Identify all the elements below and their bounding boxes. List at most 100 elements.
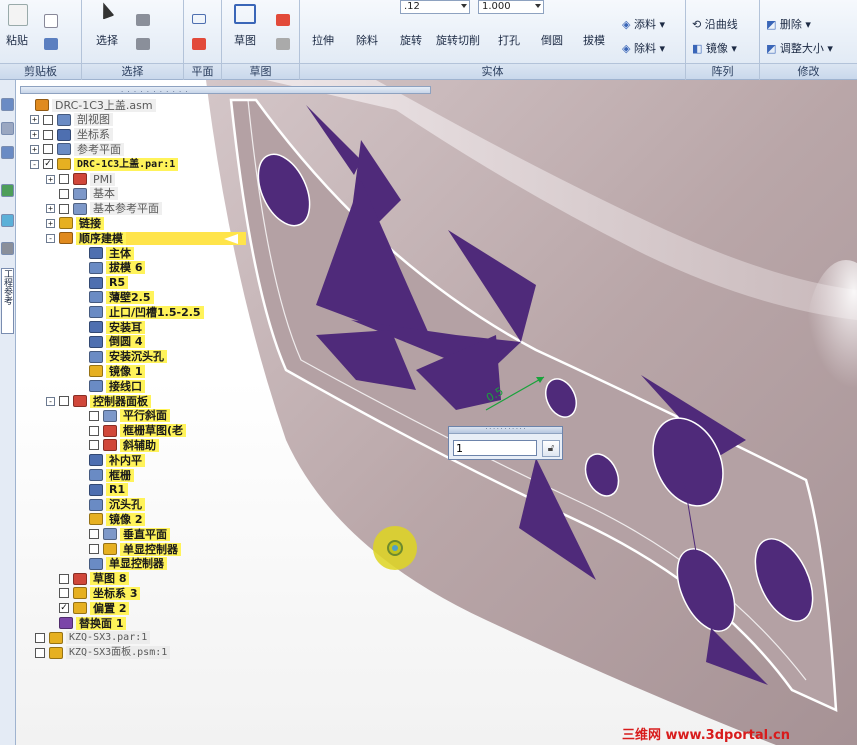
dynamic-input-box[interactable]: · · · · · · · · · · · 🔓︎: [448, 426, 563, 460]
tree-row[interactable]: 止口/凹槽1.5-2.5: [76, 305, 204, 319]
tree-row[interactable]: 主体: [76, 246, 134, 260]
strip-library-icon[interactable]: [1, 184, 14, 197]
tree-row[interactable]: 单显控制器: [76, 557, 167, 571]
tree-checkbox[interactable]: [43, 144, 53, 155]
tree-panel-grip[interactable]: · · · · · · · · · · ·: [20, 86, 431, 96]
tree-checkbox[interactable]: [89, 410, 99, 421]
tree-checkbox[interactable]: [89, 425, 99, 436]
tree-checkbox[interactable]: [59, 573, 69, 584]
tree-row[interactable]: 倒圆 4: [76, 335, 146, 349]
revolve-button[interactable]: 旋转: [400, 32, 422, 48]
delete-button[interactable]: ◩ 删除 ▾: [766, 16, 811, 32]
tree-expander-icon[interactable]: +: [30, 144, 39, 154]
tree-row[interactable]: - 控制器面板: [46, 394, 151, 408]
tree-checkbox[interactable]: [59, 396, 69, 406]
strip-features-icon[interactable]: [1, 146, 14, 159]
tree-checkbox[interactable]: [59, 188, 69, 199]
tree-row[interactable]: 补内平: [76, 453, 145, 467]
dimension-value-input[interactable]: [453, 440, 537, 456]
tree-row[interactable]: 框栅草图(老: [76, 424, 187, 438]
remove-button[interactable]: ◈ 除料 ▾: [622, 40, 665, 56]
tree-row[interactable]: DRC-1C3上盖.asm: [22, 98, 156, 112]
tree-row[interactable]: R1: [76, 483, 129, 497]
tree-row[interactable]: 草图 8: [46, 572, 130, 586]
tree-checkbox[interactable]: [35, 632, 45, 643]
tree-row[interactable]: + PMI: [46, 172, 116, 186]
dynamic-input-grip[interactable]: · · · · · · · · · · ·: [449, 427, 562, 434]
tree-row[interactable]: - 顺序建模: [46, 231, 246, 245]
cutout-button[interactable]: 除料: [356, 32, 378, 48]
tree-row[interactable]: 沉头孔: [76, 498, 145, 512]
paste-button[interactable]: 粘贴: [6, 32, 28, 48]
tree-row[interactable]: + 基本参考平面: [46, 202, 162, 216]
tree-row[interactable]: 坐标系 3: [46, 586, 141, 600]
sketch-button[interactable]: 草图: [234, 32, 256, 48]
strip-path-finder-icon[interactable]: [1, 98, 14, 111]
tree-row[interactable]: KZQ-SX3.par:1: [22, 631, 151, 645]
tree-expander-icon[interactable]: +: [46, 218, 55, 228]
tree-row[interactable]: R5: [76, 276, 129, 290]
tree-checkbox[interactable]: [35, 647, 45, 658]
tree-row[interactable]: 接线口: [76, 379, 145, 393]
tree-expander-icon[interactable]: +: [46, 174, 55, 184]
tree-row[interactable]: 替换面 1: [46, 616, 127, 630]
tree-row[interactable]: ✓ 偏置 2: [46, 601, 130, 615]
thickness-combo[interactable]: .12: [400, 0, 470, 14]
tree-row[interactable]: 平行斜面: [76, 409, 170, 423]
tree-row[interactable]: + 参考平面: [30, 142, 124, 156]
extrude-button[interactable]: 拉伸: [312, 32, 334, 48]
resize-button[interactable]: ◩ 调整大小 ▾: [766, 40, 833, 56]
along-curve-button[interactable]: ⟲ 沿曲线: [692, 16, 738, 32]
tree-checkbox[interactable]: [43, 129, 53, 140]
tree-expander-icon[interactable]: +: [30, 115, 39, 125]
tree-expander-icon[interactable]: -: [46, 233, 55, 243]
tree-checkbox[interactable]: ✓: [43, 159, 53, 170]
tree-row[interactable]: 基本: [46, 187, 118, 201]
strip-sensor-icon[interactable]: [1, 214, 14, 227]
select-filter-icon[interactable]: [136, 14, 150, 26]
select-button[interactable]: 选择: [96, 32, 118, 48]
tree-expander-icon[interactable]: +: [30, 130, 39, 140]
tree-row[interactable]: 框栅: [76, 468, 134, 482]
format-painter-icon[interactable]: [44, 38, 58, 50]
tree-row[interactable]: 安装耳: [76, 320, 145, 334]
tree-expander-icon[interactable]: -: [30, 159, 39, 169]
strip-layers-icon[interactable]: [1, 122, 14, 135]
tree-row[interactable]: 单显控制器: [76, 542, 181, 556]
tree-row[interactable]: 拔模 6: [76, 261, 146, 275]
tree-row[interactable]: KZQ-SX3面板.psm:1: [22, 646, 171, 660]
add-button[interactable]: ◈ 添料 ▾: [622, 16, 665, 32]
strip-tools-icon[interactable]: [1, 242, 14, 255]
copy-icon[interactable]: [44, 14, 58, 28]
tree-row[interactable]: 安装沉头孔: [76, 350, 167, 364]
tree-row[interactable]: - ✓ DRC-1C3上盖.par:1: [30, 157, 179, 171]
tree-checkbox[interactable]: [89, 544, 99, 554]
tree-row[interactable]: + 坐标系: [30, 128, 113, 142]
draft-button[interactable]: 拔模: [583, 32, 605, 48]
hole-button[interactable]: 打孔: [498, 32, 520, 48]
tree-checkbox[interactable]: [89, 529, 99, 540]
tree-expander-icon[interactable]: +: [46, 204, 55, 214]
tree-checkbox[interactable]: [59, 203, 69, 214]
tree-checkbox[interactable]: [89, 440, 99, 451]
lock-dimension-button[interactable]: 🔓︎: [542, 440, 560, 457]
mirror-button[interactable]: ◧ 镜像 ▾: [692, 40, 737, 56]
tree-expander-icon[interactable]: -: [46, 396, 55, 406]
scale-combo[interactable]: 1.000: [478, 0, 544, 14]
select-tool-icon[interactable]: [136, 38, 150, 50]
engineering-reference-tab[interactable]: 工程参考: [1, 268, 14, 334]
tree-row[interactable]: + 链接: [46, 216, 104, 230]
tree-checkbox[interactable]: ✓: [59, 603, 69, 614]
tree-checkbox[interactable]: [59, 588, 69, 599]
tree-row[interactable]: 斜辅助: [76, 438, 159, 452]
round-button[interactable]: 倒圆: [541, 32, 563, 48]
tree-row[interactable]: 薄壁2.5: [76, 290, 154, 304]
revolve-cut-button[interactable]: 旋转切削: [436, 32, 480, 48]
tree-checkbox[interactable]: [43, 114, 53, 125]
tree-row[interactable]: 垂直平面: [76, 527, 170, 541]
tree-row[interactable]: 镜像 1: [76, 364, 146, 378]
plane-icon[interactable]: [192, 14, 206, 24]
sketch-line-icon[interactable]: [276, 38, 290, 50]
coordinate-system-icon[interactable]: [192, 38, 206, 50]
tree-row[interactable]: 镜像 2: [76, 512, 146, 526]
